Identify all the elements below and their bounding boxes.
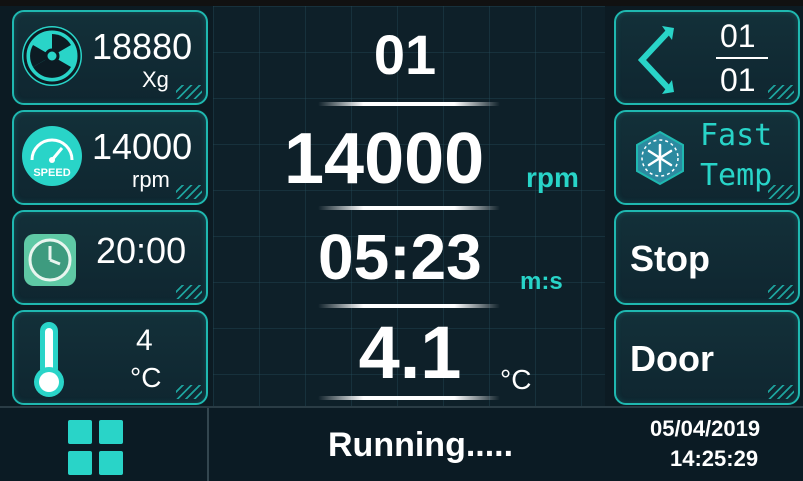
- speed-setpoint-value: 14000: [92, 126, 193, 167]
- remaining-time-value: 05:23: [318, 221, 482, 293]
- program-number: 01: [373, 23, 437, 86]
- fast-temp-button[interactable]: Fast Temp: [614, 110, 800, 205]
- speed-setpoint-unit: rpm: [132, 167, 170, 192]
- temperature-setpoint-value: 4: [136, 324, 153, 357]
- separator-1: [318, 102, 500, 106]
- actual-temperature-value: 4.1: [358, 311, 462, 394]
- program-switch-icon: [630, 22, 680, 98]
- fast-temp-label-line2: Temp: [700, 158, 773, 193]
- program-total: 01: [720, 62, 756, 98]
- status-divider: [207, 408, 209, 481]
- temperature-tile[interactable]: 4 °C: [12, 310, 208, 405]
- program-tile[interactable]: 01 01: [614, 10, 800, 105]
- status-date: 05/04/2019: [650, 416, 761, 441]
- snowflake-icon: [632, 130, 688, 186]
- status-time: 14:25:29: [670, 446, 759, 471]
- centrifuge-screen: 18880 Xg SPEED 14000 rpm 20:00 4 °C 01 1…: [0, 0, 803, 481]
- menu-grid-square: [99, 420, 123, 444]
- program-fraction-line: [716, 57, 768, 59]
- rcf-tile[interactable]: 18880 Xg: [12, 10, 208, 105]
- door-button-label: Door: [630, 338, 714, 379]
- rcf-unit: Xg: [142, 67, 169, 92]
- program-current: 01: [720, 18, 756, 54]
- speed-gauge-icon: SPEED: [22, 126, 82, 186]
- stop-button[interactable]: Stop: [614, 210, 800, 305]
- speed-icon-label: SPEED: [33, 167, 70, 179]
- separator-2: [318, 206, 500, 210]
- separator-4: [318, 396, 500, 400]
- clock-icon: [24, 234, 76, 286]
- menu-grid-square: [68, 451, 92, 475]
- speed-tile[interactable]: SPEED 14000 rpm: [12, 110, 208, 205]
- status-text: Running.....: [328, 426, 514, 464]
- actual-temperature-unit: °C: [500, 364, 532, 395]
- fast-temp-label-line1: Fast: [700, 118, 773, 153]
- thermometer-icon: [30, 318, 70, 400]
- temperature-setpoint-unit: °C: [130, 362, 162, 393]
- status-bar: Running..... 05/04/2019 14:25:29: [0, 406, 803, 481]
- actual-speed-value: 14000: [284, 119, 485, 199]
- separator-3: [318, 304, 500, 308]
- menu-grid-icon[interactable]: [68, 420, 126, 478]
- remaining-time-unit: m:s: [520, 268, 563, 295]
- time-setpoint-value: 20:00: [96, 230, 187, 271]
- door-button[interactable]: Door: [614, 310, 800, 405]
- menu-grid-square: [68, 420, 92, 444]
- rcf-value: 18880: [92, 26, 193, 67]
- radiation-icon: [22, 26, 82, 86]
- time-tile[interactable]: 20:00: [12, 210, 208, 305]
- stop-button-label: Stop: [630, 238, 710, 279]
- menu-grid-square: [99, 451, 123, 475]
- actual-speed-unit: rpm: [526, 162, 579, 193]
